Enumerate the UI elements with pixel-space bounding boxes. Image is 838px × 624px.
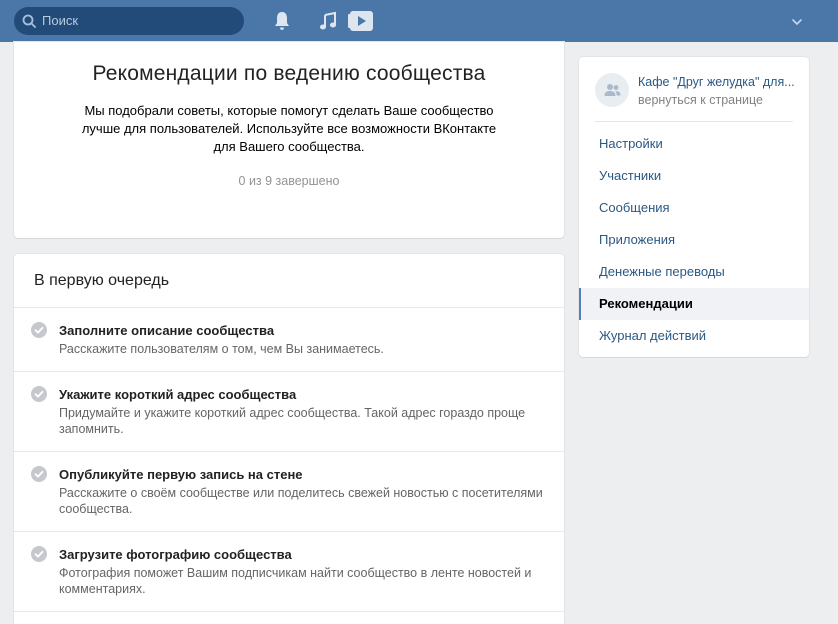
search-icon [22, 14, 36, 28]
task-title: Заполните описание сообщества [59, 323, 275, 338]
task-item[interactable]: Укажите короткий адрес сообщества Придум… [14, 372, 564, 452]
task-title: Укажите короткий адрес сообщества [59, 387, 297, 402]
music-icon[interactable] [319, 11, 337, 31]
community-sidebar: Кафе "Друг желудка" для... вернуться к с… [579, 57, 809, 357]
video-icon[interactable] [348, 10, 374, 32]
users-icon [604, 84, 621, 96]
menu-item-recommendations[interactable]: Рекомендации [579, 288, 809, 320]
tasks-card: В первую очередь Заполните описание сооб… [14, 254, 564, 624]
check-circle-icon [31, 322, 47, 338]
task-item[interactable]: Заполните описание сообщества Расскажите… [14, 308, 564, 372]
task-title: Опубликуйте первую запись на стене [59, 467, 303, 482]
menu-item-action-log[interactable]: Журнал действий [579, 320, 809, 352]
page-title: Рекомендации по ведению сообщества [92, 62, 486, 85]
check-circle-icon [31, 546, 47, 562]
task-item[interactable]: Загрузите фотографию сообщества Фотограф… [14, 532, 564, 612]
menu-item-members[interactable]: Участники [579, 160, 809, 192]
search-input[interactable]: Поиск [42, 13, 78, 28]
recommendations-summary-card: Рекомендации по ведению сообщества Мы по… [14, 42, 564, 238]
community-avatar[interactable] [595, 73, 629, 107]
community-name-link[interactable]: Кафе "Друг желудка" для... [638, 75, 798, 89]
task-subtitle: Расскажите пользователям о том, чем Вы з… [59, 342, 384, 356]
task-subtitle: Придумайте и укажите короткий адрес сооб… [59, 406, 526, 436]
menu-item-money-transfers[interactable]: Денежные переводы [579, 256, 809, 288]
top-bar: Поиск [0, 0, 838, 42]
back-to-page-link[interactable]: вернуться к странице [638, 93, 763, 107]
menu-item-apps[interactable]: Приложения [579, 224, 809, 256]
page-description: Мы подобрали советы, которые помогут сде… [81, 103, 497, 154]
menu-item-messages[interactable]: Сообщения [579, 192, 809, 224]
task-subtitle: Фотография поможет Вашим подписчикам най… [59, 566, 532, 596]
check-circle-icon [31, 386, 47, 402]
chevron-down-icon[interactable] [790, 15, 804, 29]
check-circle-icon [31, 466, 47, 482]
bell-icon[interactable] [274, 11, 290, 31]
menu-item-settings[interactable]: Настройки [579, 128, 809, 160]
progress-text: 0 из 9 завершено [238, 174, 340, 188]
task-subtitle: Расскажите о своём сообществе или подели… [59, 486, 543, 516]
community-header: Кафе "Друг желудка" для... вернуться к с… [595, 71, 795, 122]
section-header: В первую очередь [14, 254, 564, 308]
task-item[interactable]: Опубликуйте первую запись на стене Расск… [14, 452, 564, 532]
search-box[interactable]: Поиск [14, 7, 244, 35]
settings-menu: Настройки Участники Сообщения Приложения… [579, 128, 809, 352]
task-title: Загрузите фотографию сообщества [59, 547, 292, 562]
